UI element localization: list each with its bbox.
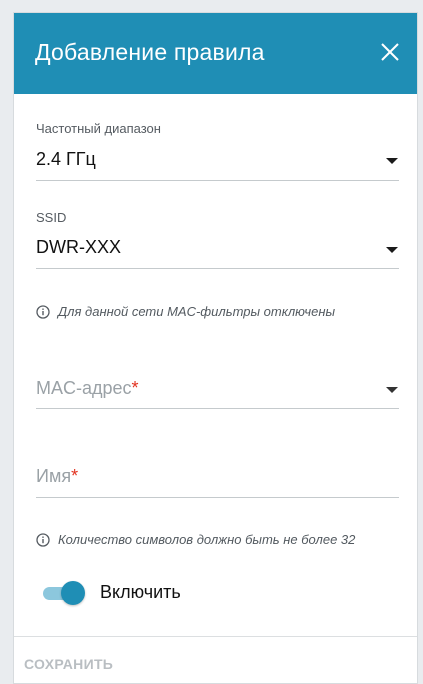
dialog-header: Добавление правила	[14, 13, 417, 94]
ssid-underline	[36, 268, 399, 269]
band-underline	[36, 180, 399, 181]
dialog-title: Добавление правила	[35, 39, 265, 65]
band-value: 2.4 ГГц	[36, 149, 96, 169]
mac-underline	[36, 408, 399, 409]
enable-label: Включить	[100, 582, 181, 602]
save-button[interactable]: СОХРАНИТЬ	[24, 654, 113, 674]
name-underline	[36, 497, 399, 498]
chevron-down-icon	[386, 247, 398, 253]
required-mark: *	[71, 466, 79, 486]
info-icon	[36, 532, 50, 547]
ssid-label: SSID	[36, 210, 67, 225]
enable-toggle[interactable]	[41, 580, 85, 606]
name-hint: Количество символов должно быть не более…	[36, 532, 355, 547]
ssid-hint: Для данной сети MAC-фильтры отключены	[36, 304, 335, 319]
toggle-knob	[61, 581, 85, 605]
ssid-value: DWR-XXX	[36, 237, 121, 257]
name-hint-text: Количество символов должно быть не более…	[58, 532, 356, 547]
close-icon[interactable]	[377, 39, 403, 65]
band-label: Частотный диапазон	[36, 121, 161, 136]
mac-placeholder-text: MAC-адрес	[36, 378, 132, 398]
name-placeholder: Имя*	[36, 466, 78, 487]
name-placeholder-text: Имя	[36, 466, 72, 486]
info-icon	[36, 304, 50, 319]
chevron-down-icon	[386, 387, 398, 393]
ssid-hint-text: Для данной сети MAC-фильтры отключены	[58, 304, 336, 319]
add-rule-dialog: Добавление правила Частотный диапазон 2.…	[13, 12, 418, 684]
mac-placeholder: MAC-адрес*	[36, 378, 139, 399]
chevron-down-icon	[386, 158, 398, 164]
required-mark: *	[131, 378, 139, 398]
divider	[14, 636, 417, 637]
